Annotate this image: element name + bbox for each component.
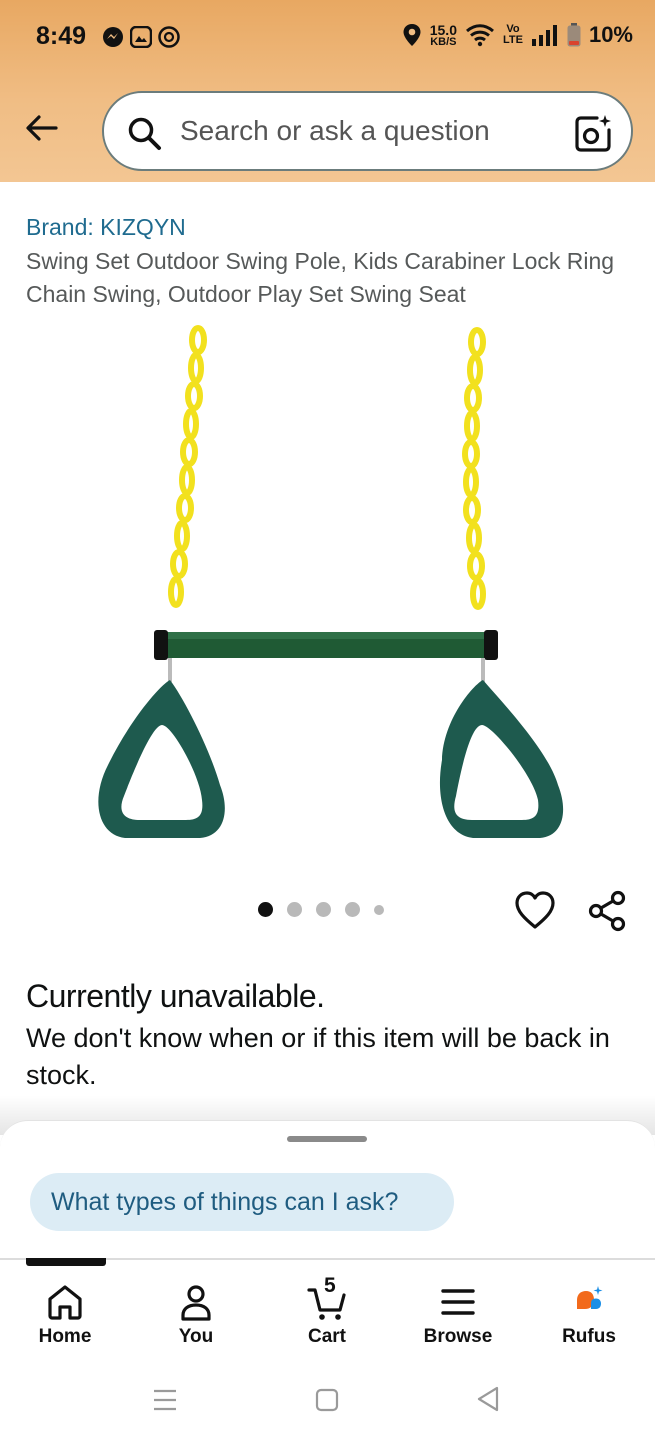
search-input[interactable]: Search or ask a question bbox=[102, 91, 633, 171]
search-icon bbox=[128, 117, 161, 150]
nav-cart[interactable]: 5 Cart bbox=[272, 1274, 382, 1348]
battery-icon bbox=[567, 23, 581, 47]
rufus-suggestion-chip[interactable]: What types of things can I ask? bbox=[30, 1173, 454, 1231]
nav-you-label: You bbox=[178, 1326, 214, 1347]
brand-link[interactable]: Brand: KIZQYN bbox=[26, 214, 186, 241]
bar-cap-left bbox=[154, 630, 168, 660]
carousel-dot[interactable] bbox=[345, 902, 360, 917]
volte-bottom: LTE bbox=[502, 34, 523, 46]
wifi-icon bbox=[465, 24, 494, 47]
carousel-dot[interactable] bbox=[287, 902, 302, 917]
availability-status: Currently unavailable. bbox=[26, 978, 325, 1014]
heart-icon[interactable] bbox=[514, 890, 556, 932]
net-speed-unit: KB/S bbox=[430, 35, 457, 48]
left-chain bbox=[168, 325, 207, 608]
carousel-dot-active[interactable] bbox=[258, 902, 273, 917]
battery-percent: 10% bbox=[588, 22, 633, 47]
signal-icon bbox=[531, 25, 557, 46]
system-navigation-bar bbox=[0, 1358, 655, 1440]
net-speed: 15.0 KB/S bbox=[430, 23, 457, 48]
sheet-drag-handle[interactable] bbox=[287, 1136, 367, 1142]
system-icons: 15.0 KB/S Vo LTE 10% bbox=[402, 22, 633, 48]
nav-active-indicator bbox=[26, 1258, 106, 1266]
nav-browse[interactable]: Browse bbox=[403, 1282, 513, 1348]
cart-count-badge: 5 bbox=[324, 1274, 336, 1297]
image-carousel-dots[interactable] bbox=[258, 902, 384, 917]
menu-icon bbox=[441, 1289, 475, 1315]
threads-icon bbox=[158, 26, 180, 48]
nav-cart-label: Cart bbox=[307, 1326, 346, 1347]
rufus-bottom-sheet[interactable]: What types of things can I ask? bbox=[0, 1120, 655, 1260]
bottom-nav: Home You 5 Cart Browse Rufus bbox=[0, 1258, 655, 1358]
nav-you[interactable]: You bbox=[141, 1282, 251, 1348]
home-button-icon[interactable] bbox=[315, 1388, 339, 1412]
status-time: 8:49 bbox=[36, 22, 87, 50]
bar-highlight bbox=[156, 632, 496, 639]
nav-home-label: Home bbox=[38, 1326, 92, 1347]
left-ring-handle bbox=[98, 680, 225, 838]
carousel-dot[interactable] bbox=[316, 902, 331, 917]
recent-apps-icon[interactable] bbox=[152, 1388, 178, 1412]
back-button-icon[interactable] bbox=[476, 1386, 500, 1412]
nav-home[interactable]: Home bbox=[10, 1282, 120, 1348]
net-speed-value: 15.0 bbox=[429, 21, 457, 38]
header: 8:49 15.0 KB/S Vo LTE 10% Search or ask … bbox=[0, 0, 655, 182]
nav-rufus[interactable]: Rufus bbox=[534, 1282, 644, 1348]
volte-indicator: Vo LTE bbox=[503, 24, 523, 46]
product-title: Swing Set Outdoor Swing Pole, Kids Carab… bbox=[26, 248, 615, 307]
bar-cap-right bbox=[484, 630, 498, 660]
right-ring-handle bbox=[439, 680, 564, 838]
person-icon bbox=[181, 1285, 211, 1321]
location-icon bbox=[403, 24, 421, 46]
product-image[interactable] bbox=[90, 320, 570, 850]
status-bar: 8:49 15.0 KB/S Vo LTE 10% bbox=[0, 0, 655, 78]
share-icon[interactable] bbox=[586, 890, 628, 932]
camera-search-icon[interactable] bbox=[573, 113, 613, 153]
right-chain bbox=[462, 327, 486, 610]
back-arrow-icon[interactable] bbox=[22, 108, 62, 148]
rufus-icon bbox=[577, 1286, 603, 1309]
home-icon bbox=[48, 1285, 82, 1320]
gallery-icon bbox=[130, 26, 152, 48]
availability-message: We don't know when or if this item will … bbox=[26, 1023, 610, 1090]
search-placeholder: Search or ask a question bbox=[180, 115, 490, 146]
nav-rufus-label: Rufus bbox=[562, 1326, 616, 1347]
nav-browse-label: Browse bbox=[423, 1326, 493, 1347]
notification-icons bbox=[102, 26, 180, 48]
messenger-icon bbox=[103, 27, 123, 47]
carousel-dot[interactable] bbox=[374, 904, 384, 915]
